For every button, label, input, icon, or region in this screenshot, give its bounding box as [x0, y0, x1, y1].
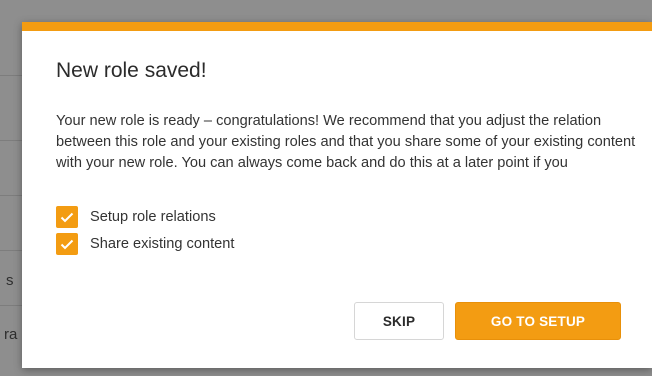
- role-saved-dialog: New role saved! Your new role is ready –…: [22, 22, 652, 368]
- share-existing-content-checkbox[interactable]: [56, 233, 78, 255]
- background-text: s: [6, 272, 14, 289]
- checkmark-icon: [60, 239, 74, 249]
- checkmark-icon: [60, 212, 74, 222]
- skip-button[interactable]: SKIP: [354, 302, 444, 340]
- dialog-title: New role saved!: [56, 59, 207, 82]
- share-existing-content-option[interactable]: Share existing content: [56, 233, 234, 255]
- share-existing-content-label: Share existing content: [90, 236, 235, 252]
- dialog-message: Your new role is ready – congratulations…: [56, 113, 636, 171]
- go-to-setup-button[interactable]: GO TO SETUP: [455, 302, 621, 340]
- setup-role-relations-option[interactable]: Setup role relations: [56, 206, 216, 228]
- setup-role-relations-label: Setup role relations: [90, 209, 216, 225]
- setup-role-relations-checkbox[interactable]: [56, 206, 78, 228]
- background-text: ra: [4, 326, 18, 343]
